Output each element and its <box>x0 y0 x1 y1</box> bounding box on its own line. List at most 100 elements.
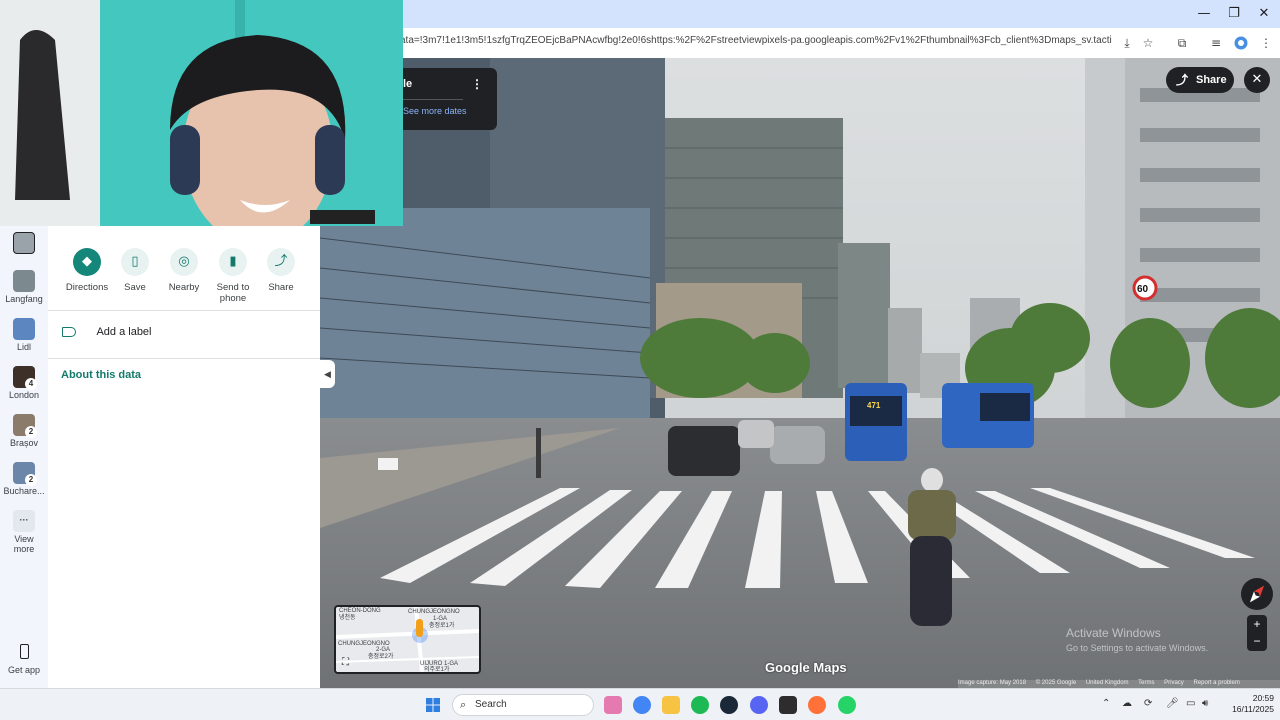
whatsapp-icon[interactable] <box>838 696 856 714</box>
minimap-label: 충정로2가 <box>368 654 394 660</box>
more-options-icon[interactable]: ⋮ <box>471 77 483 91</box>
report-problem-link[interactable]: Report a problem <box>1193 680 1239 686</box>
menu-icon[interactable]: ⋮ <box>1256 33 1276 53</box>
chrome-icon[interactable] <box>633 696 651 714</box>
sync-icon[interactable]: ⟳ <box>1144 698 1152 709</box>
rail-item-label: London <box>8 390 40 400</box>
microphone-icon[interactable]: 🎤︎ <box>1166 698 1179 709</box>
zoom-out-button[interactable]: − <box>1247 633 1267 651</box>
rail-item-label: View more <box>13 534 35 554</box>
close-street-view-button[interactable]: ✕ <box>1244 67 1270 93</box>
minimize-button[interactable]: — <box>1188 4 1220 24</box>
install-icon[interactable]: ⤓ <box>1117 33 1137 53</box>
compass-icon[interactable] <box>1241 578 1273 610</box>
volume-icon[interactable]: 🔊︎ <box>1202 698 1208 709</box>
share-icon: ⤴ <box>267 248 295 276</box>
rail-item-bucharest[interactable]: 2 Buchare... <box>0 462 48 496</box>
action-label: Share <box>268 282 294 293</box>
taskbar-clock[interactable]: 20:59 16/11/2025 <box>1226 693 1274 715</box>
onedrive-icon[interactable]: ☁ <box>1122 698 1132 709</box>
directions-button[interactable]: ◆ Directions <box>61 248 113 293</box>
restore-button[interactable]: ❐ <box>1218 4 1250 24</box>
firefox-icon[interactable] <box>808 696 826 714</box>
send-to-phone-button[interactable]: ▮ Send to phone <box>207 248 259 304</box>
minimap-label: 1-GA <box>433 616 448 622</box>
share-button-label: Share <box>1196 74 1227 86</box>
minimap-label: 충정로1가 <box>429 623 455 629</box>
attribution-bar: Image capture: May 2018 © 2025 Google Un… <box>958 680 1280 688</box>
street-view-canvas[interactable]: 471 60 <box>320 58 1280 688</box>
dates-card-title: le <box>403 78 413 90</box>
rail-item-label: Buchare... <box>3 486 45 496</box>
dates-card-divider <box>403 99 463 100</box>
share-icon: ⤴ <box>1176 73 1189 87</box>
steam-icon[interactable] <box>720 696 738 714</box>
rail-item-brasov[interactable]: 2 Brașov <box>0 414 48 448</box>
windows-taskbar: ⌕ Search ⌃ ☁ ⟳ 🎤︎ ▭ 🔊︎ 20:59 16/11/2025 <box>0 688 1280 720</box>
watermark-subtitle: Go to Settings to activate Windows. <box>1066 643 1209 653</box>
street-view-share-button[interactable]: ⤴ Share <box>1166 67 1234 93</box>
save-button[interactable]: ▯ Save <box>109 248 161 293</box>
minimap-label: CHEON-DONG <box>339 608 381 614</box>
tray-chevron-icon[interactable]: ⌃ <box>1102 698 1110 709</box>
spotify-icon[interactable] <box>691 696 709 714</box>
discord-icon[interactable] <box>750 696 768 714</box>
copilot-icon[interactable] <box>604 696 622 714</box>
share-place-button[interactable]: ⤴ Share <box>255 248 307 293</box>
watermark-title: Activate Windows <box>1066 626 1161 640</box>
close-window-button[interactable]: ✕ <box>1248 4 1280 24</box>
zoom-in-button[interactable]: + <box>1247 615 1267 633</box>
privacy-link[interactable]: Privacy <box>1164 680 1184 686</box>
label-icon <box>62 327 76 338</box>
panel-divider <box>48 310 320 311</box>
panel-divider <box>48 358 320 359</box>
nearby-button[interactable]: ◎ Nearby <box>158 248 210 293</box>
rail-view-more[interactable]: ··· View more <box>0 510 48 554</box>
get-app-button[interactable]: Get app <box>0 644 48 675</box>
taskbar-search-placeholder: Search <box>475 699 507 710</box>
taskbar-search[interactable]: ⌕ Search <box>452 694 594 716</box>
directions-icon: ◆ <box>73 248 101 276</box>
clock-time: 20:59 <box>1252 693 1274 703</box>
app-icon[interactable] <box>779 696 797 714</box>
bookmark-star-icon[interactable]: ☆ <box>1138 33 1158 53</box>
file-explorer-icon[interactable] <box>662 696 680 714</box>
network-icon[interactable]: ▭ <box>1186 698 1195 709</box>
collapse-panel-button[interactable]: ◀ <box>320 360 335 388</box>
action-label: Save <box>124 282 146 293</box>
minimap-label: 냉천동 <box>339 615 356 621</box>
rail-item-langfang[interactable]: Langfang <box>0 270 48 304</box>
street-view-dates-card: le See more dates ⋮ <box>403 68 497 130</box>
rail-item-label: Brașov <box>9 438 38 448</box>
minimap-label: 의주로1가 <box>424 667 450 673</box>
rail-current-place[interactable] <box>0 232 48 256</box>
url-text[interactable]: ata=!3m7!1e1!3m5!1szfgTrqZEOEjcBaPNAcwfb… <box>400 35 1112 46</box>
action-label: Directions <box>65 282 109 293</box>
rail-badge: 4 <box>25 378 37 390</box>
image-capture-date: Image capture: May 2018 <box>958 680 1027 686</box>
terms-link[interactable]: Terms <box>1138 680 1154 686</box>
bus-number-text: 471 <box>867 401 881 410</box>
media-control-icon[interactable]: ≡ <box>1206 33 1226 53</box>
action-label: Nearby <box>168 282 200 293</box>
about-this-data-link[interactable]: About this data <box>61 369 141 381</box>
speed-limit-text: 60 <box>1137 284 1149 295</box>
phone-icon <box>19 644 29 659</box>
region-link[interactable]: United Kingdom <box>1086 680 1129 686</box>
street-view-minimap[interactable]: CHEON-DONG 냉천동 CHUNGJEONGNO 1-GA 충정로1가 C… <box>334 605 481 674</box>
search-icon: ⌕ <box>460 698 467 711</box>
add-label-row[interactable]: Add a label <box>62 326 152 338</box>
extensions-icon[interactable]: ⧉ <box>1172 33 1192 53</box>
windows-start-icon[interactable] <box>426 698 440 712</box>
expand-map-icon[interactable]: ⛶ <box>342 657 349 668</box>
place-details-panel: ◆ Directions ▯ Save ◎ Nearby ▮ Send to p… <box>48 226 320 688</box>
zoom-controls: + − <box>1247 615 1267 651</box>
action-label: Send to phone <box>216 282 250 304</box>
profile-icon[interactable] <box>1231 33 1251 53</box>
rail-item-label: Lidl <box>16 342 31 352</box>
rail-item-lidl[interactable]: Lidl <box>0 318 48 352</box>
activate-windows-watermark: Activate Windows Go to Settings to activ… <box>1066 626 1208 653</box>
get-app-label: Get app <box>7 665 41 675</box>
rail-item-london[interactable]: 4 London <box>0 366 48 400</box>
see-more-dates-link[interactable]: See more dates <box>403 106 467 116</box>
